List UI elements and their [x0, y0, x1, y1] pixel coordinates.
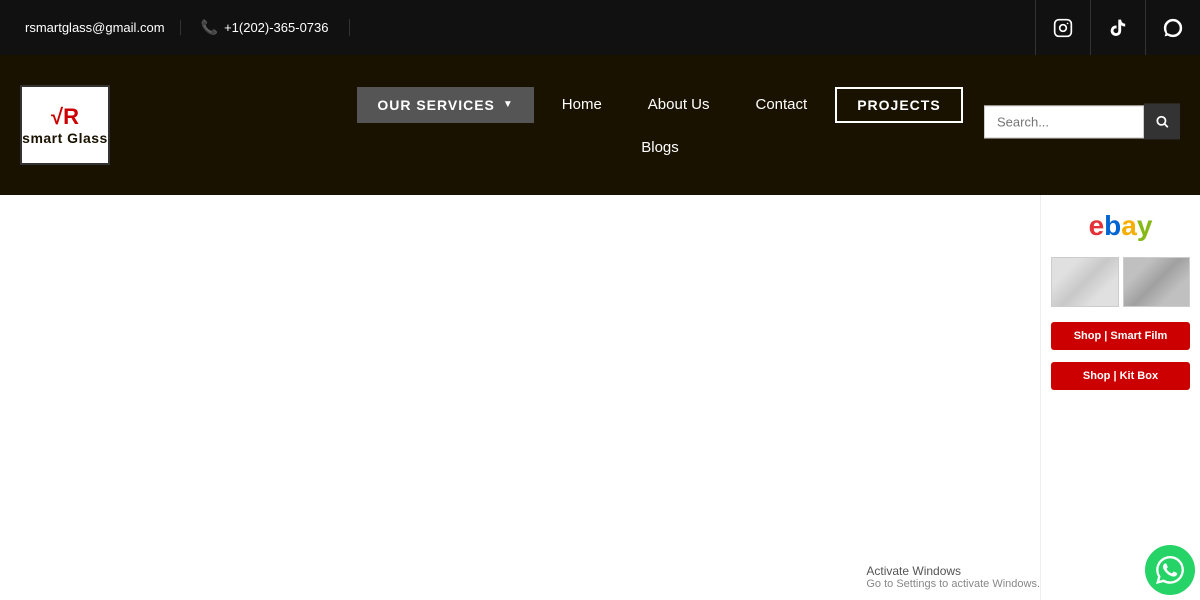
activate-windows-notice: Activate Windows Go to Settings to activ… [866, 564, 1040, 590]
shop-kit-box-button[interactable]: Shop | Kit Box [1051, 362, 1190, 390]
blogs-link[interactable]: Blogs [623, 131, 697, 164]
contact-link[interactable]: Contact [738, 88, 826, 121]
instagram-icon[interactable] [1035, 0, 1090, 55]
tiktok-icon[interactable] [1090, 0, 1145, 55]
projects-button[interactable]: PROJECTS [835, 87, 962, 123]
logo-vr: √R [51, 104, 79, 130]
product-thumb-2 [1123, 257, 1191, 307]
our-services-button[interactable]: OUR SERVICES ▼ [357, 87, 533, 123]
sidebar: ebay Shop | Smart Film Shop | Kit Box [1040, 195, 1200, 600]
logo[interactable]: √R smart Glass [20, 85, 110, 165]
main-content: ebay Shop | Smart Film Shop | Kit Box Ac… [0, 195, 1200, 600]
shop-smart-film-button[interactable]: Shop | Smart Film [1051, 322, 1190, 350]
email-display: rsmartglass@gmail.com [10, 20, 181, 35]
chevron-down-icon: ▼ [503, 99, 514, 110]
about-link[interactable]: About Us [630, 88, 728, 121]
nav-row-top: OUR SERVICES ▼ Home About Us Contact PRO… [357, 87, 962, 123]
search-input[interactable] [984, 105, 1144, 138]
search-button[interactable] [1144, 103, 1180, 139]
search-area [984, 103, 1180, 139]
whatsapp-floating-button[interactable] [1145, 545, 1195, 595]
ebay-products [1051, 257, 1190, 307]
ebay-logo: ebay [1051, 210, 1190, 242]
nav-row-bottom: Blogs [623, 131, 697, 164]
content-area [0, 195, 1040, 600]
whatsapp-top-icon[interactable] [1145, 0, 1200, 55]
home-link[interactable]: Home [544, 88, 620, 121]
product-thumb-1 [1051, 257, 1119, 307]
nav-bar: √R smart Glass OUR SERVICES ▼ Home About… [0, 55, 1200, 195]
social-icons [1035, 0, 1200, 55]
top-bar: rsmartglass@gmail.com 📞 +1(202)-365-0736 [0, 0, 1200, 55]
phone-display: 📞 +1(202)-365-0736 [181, 19, 350, 36]
phone-icon: 📞 [201, 19, 218, 36]
logo-text: smart Glass [22, 130, 108, 146]
